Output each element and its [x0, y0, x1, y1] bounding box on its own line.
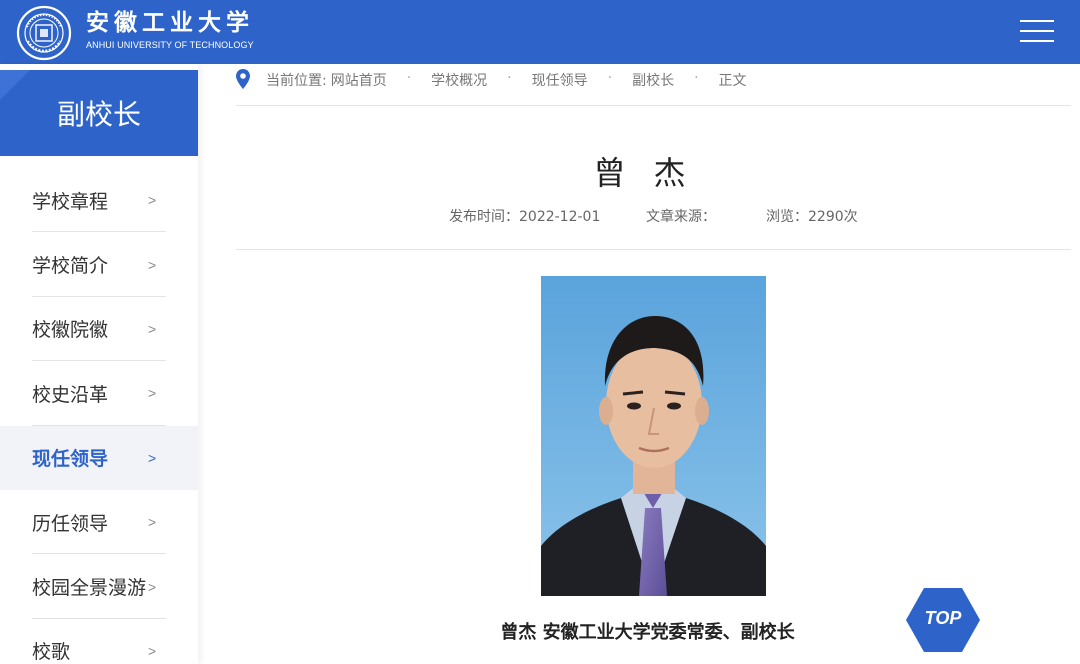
- publish-date: 2022-12-01: [519, 209, 601, 225]
- breadcrumb-prefix: 当前位置:: [266, 73, 327, 89]
- sidebar-item-label: 校史沿革: [32, 383, 109, 406]
- sidebar-item-former-leaders[interactable]: 历任领导 >: [0, 490, 198, 555]
- breadcrumb-body: 正文: [718, 73, 747, 89]
- breadcrumb-overview[interactable]: 学校概况: [431, 70, 487, 90]
- sidebar-item-emblem[interactable]: 校徽院徽 >: [0, 297, 198, 362]
- top-button-label: TOP: [924, 608, 962, 628]
- sidebar-item-label: 学校简介: [32, 255, 109, 278]
- site-header: 安徽工业大学 ANHUI UNIVERSITY OF TECHNOLOGY: [0, 0, 1080, 64]
- views-count: 2290次: [808, 209, 858, 225]
- publish-label: 发布时间：: [449, 209, 519, 225]
- breadcrumb-separator: ·: [406, 70, 412, 86]
- chevron-right-icon: >: [148, 320, 157, 337]
- university-seal-icon[interactable]: [16, 5, 72, 61]
- views-info: 浏览：2290次: [766, 206, 858, 226]
- sidebar-title: 副校长: [0, 70, 198, 156]
- source-label: 文章来源：: [646, 209, 716, 225]
- sidebar-item-intro[interactable]: 学校简介 >: [0, 232, 198, 297]
- breadcrumb-separator: ·: [607, 70, 613, 86]
- sidebar-item-campus-tour[interactable]: 校园全景漫游 >: [0, 554, 198, 619]
- logo-title-cn[interactable]: 安徽工业大学: [86, 10, 254, 36]
- back-to-top-button[interactable]: TOP: [904, 586, 982, 654]
- sidebar-item-label: 校歌: [32, 641, 71, 664]
- sidebar-item-school-song[interactable]: 校歌 >: [0, 619, 198, 664]
- sidebar-item-label: 现任领导: [32, 448, 109, 471]
- chevron-right-icon: >: [148, 514, 157, 531]
- sidebar-item-label: 校园全景漫游: [32, 577, 147, 600]
- hamburger-menu-icon-line: [1020, 40, 1054, 42]
- chevron-right-icon: >: [148, 256, 157, 273]
- article-title: 曾杰: [593, 154, 714, 192]
- logo-title-en[interactable]: ANHUI UNIVERSITY OF TECHNOLOGY: [86, 40, 254, 50]
- breadcrumb: 当前位置: 网站首页 · 学校概况 · 现任领导 · 副校长 · 正文: [236, 66, 1071, 106]
- breadcrumb-current-leaders[interactable]: 现任领导: [532, 70, 588, 90]
- portrait-image: [541, 276, 766, 596]
- chevron-right-icon: >: [148, 449, 157, 466]
- chevron-right-icon: >: [148, 578, 157, 595]
- sidebar-item-label: 校徽院徽: [32, 319, 109, 342]
- breadcrumb-separator: ·: [507, 70, 512, 86]
- chevron-right-icon: >: [148, 192, 157, 209]
- sidebar: 副校长 学校章程 > 学校简介 > 校徽院徽 > 校史沿革 > 现任领导 > 历…: [0, 64, 198, 664]
- publish-info: 发布时间：2022-12-01: [449, 206, 600, 226]
- breadcrumb-home[interactable]: 网站首页: [331, 70, 387, 90]
- sidebar-item-label: 历任领导: [32, 512, 109, 535]
- portrait-photo: [541, 276, 766, 596]
- sidebar-item-label: 学校章程: [32, 190, 109, 213]
- chevron-right-icon: >: [148, 385, 157, 402]
- article-meta: 发布时间：2022-12-01 文章来源： 浏览：2290次: [236, 206, 1071, 250]
- menu-button[interactable]: [1020, 20, 1054, 44]
- chevron-right-icon: >: [148, 642, 157, 659]
- sidebar-list: 学校章程 > 学校简介 > 校徽院徽 > 校史沿革 > 现任领导 > 历任领导 …: [0, 168, 198, 664]
- sidebar-item-current-leaders[interactable]: 现任领导 >: [0, 425, 198, 490]
- hamburger-menu-icon: [1020, 20, 1054, 22]
- sidebar-item-history[interactable]: 校史沿革 >: [0, 361, 198, 426]
- location-pin-icon: [236, 69, 250, 89]
- breadcrumb-separator: ·: [694, 70, 699, 86]
- sidebar-title-text: 副校长: [56, 98, 141, 131]
- sidebar-item-charter[interactable]: 学校章程 >: [0, 168, 198, 233]
- breadcrumb-vice-president[interactable]: 副校长: [632, 70, 674, 90]
- views-label: 浏览：: [766, 209, 808, 225]
- hamburger-menu-icon-line: [1020, 30, 1054, 32]
